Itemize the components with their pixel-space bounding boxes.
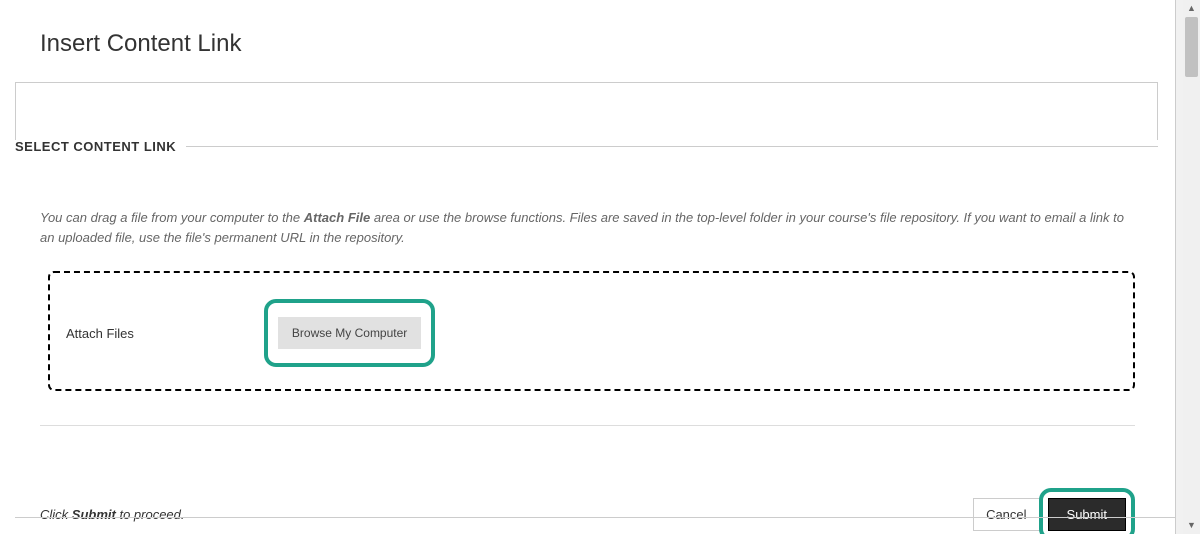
scroll-down-arrow-icon[interactable]: ▼ (1183, 517, 1200, 534)
scroll-thumb[interactable] (1185, 17, 1198, 77)
attach-file-dropzone[interactable]: Attach Files Browse My Computer (48, 271, 1135, 391)
hint-pre: Click (40, 507, 72, 522)
vertical-scrollbar[interactable]: ▲ ▼ (1183, 0, 1200, 534)
browse-my-computer-button[interactable]: Browse My Computer (278, 317, 421, 349)
attach-files-label: Attach Files (66, 326, 134, 341)
section-divider-line (186, 146, 1158, 147)
desc-strong: Attach File (304, 210, 370, 225)
cancel-button[interactable]: Cancel (973, 498, 1039, 531)
outer-panel-spacer (15, 82, 1158, 140)
panel-bottom-border (15, 517, 1183, 518)
page-container: Insert Content Link SELECT CONTENT LINK … (0, 0, 1175, 534)
hint-post: to proceed. (116, 507, 185, 522)
footer-hint: Click Submit to proceed. (40, 507, 185, 522)
submit-button[interactable]: Submit (1048, 498, 1126, 531)
hint-strong: Submit (72, 507, 116, 522)
submit-highlight: Submit (1039, 488, 1135, 534)
section-header: SELECT CONTENT LINK (15, 139, 1158, 154)
aside-panel: ▲ ▼ (1175, 0, 1200, 534)
page-title: Insert Content Link (40, 0, 1135, 82)
section-heading: SELECT CONTENT LINK (15, 139, 176, 154)
browse-highlight: Browse My Computer (264, 299, 435, 367)
scroll-up-arrow-icon[interactable]: ▲ (1183, 0, 1200, 17)
section-description: You can drag a file from your computer t… (40, 154, 1135, 271)
desc-pre: You can drag a file from your computer t… (40, 210, 304, 225)
footer-actions: Cancel Submit (973, 488, 1135, 534)
